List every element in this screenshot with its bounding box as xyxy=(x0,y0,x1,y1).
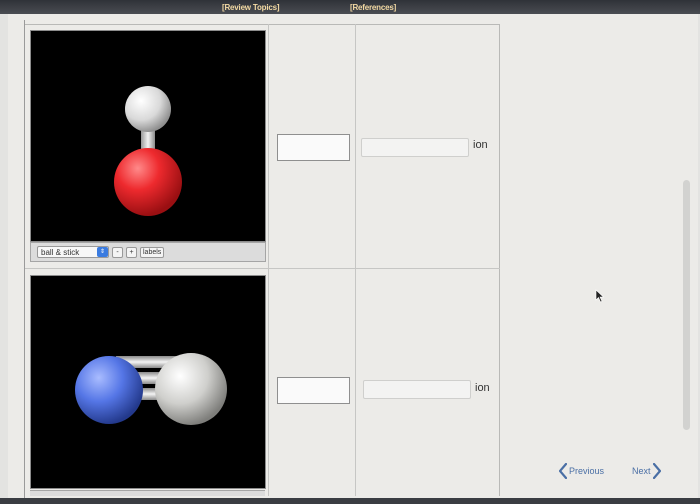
viewer-toolbar: ball & stick ⇕ - + labels xyxy=(30,242,266,262)
chevron-left-icon xyxy=(559,463,567,479)
display-mode-select[interactable]: ball & stick ⇕ xyxy=(37,246,109,258)
ion-label: ion xyxy=(473,139,488,151)
hydrogen-atom xyxy=(125,86,171,132)
top-bar: [Review Topics] [References] xyxy=(0,0,700,14)
cyanide-model xyxy=(75,353,227,425)
chevron-right-icon xyxy=(652,463,661,479)
oxygen-atom xyxy=(114,148,182,216)
column-divider xyxy=(355,24,356,496)
references-link[interactable]: [References] xyxy=(350,3,396,12)
previous-button[interactable]: Previous xyxy=(559,463,604,479)
ion-type-select[interactable] xyxy=(361,138,469,157)
molecule-viewer-hydroxide[interactable] xyxy=(30,30,266,242)
carbon-atom xyxy=(155,353,227,425)
ion-label: ion xyxy=(475,382,490,394)
previous-label: Previous xyxy=(569,466,605,476)
next-button[interactable]: Next xyxy=(632,463,661,479)
viewer-toolbar xyxy=(30,490,265,496)
display-mode-label: ball & stick xyxy=(41,247,80,257)
next-label: Next xyxy=(632,466,651,476)
bottom-bezel xyxy=(0,498,700,504)
column-divider xyxy=(268,24,269,496)
row-divider xyxy=(25,268,500,269)
scrollbar[interactable] xyxy=(683,180,690,430)
select-arrows-icon: ⇕ xyxy=(97,247,108,257)
labels-button[interactable]: labels xyxy=(140,246,165,258)
answer-input[interactable] xyxy=(277,377,350,404)
hydroxide-model xyxy=(114,86,182,216)
molecule-viewer-cyanide[interactable] xyxy=(30,275,266,489)
mouse-cursor-icon xyxy=(595,289,605,303)
zoom-in-button[interactable]: + xyxy=(126,246,137,258)
review-topics-link[interactable]: [Review Topics] xyxy=(222,3,280,12)
answer-input[interactable] xyxy=(277,134,350,161)
ion-type-select[interactable] xyxy=(363,380,471,399)
zoom-out-button[interactable]: - xyxy=(112,246,123,258)
nitrogen-atom xyxy=(75,356,143,424)
